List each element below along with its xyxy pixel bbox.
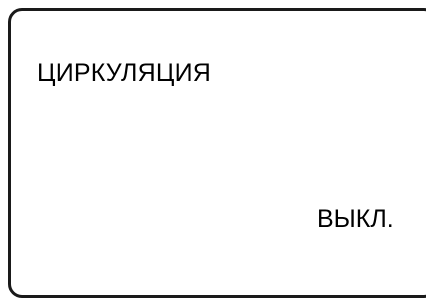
setting-value[interactable]: ВЫКЛ. (317, 207, 394, 232)
display-screen: ЦИРКУЛЯЦИЯ ВЫКЛ. (8, 8, 426, 298)
menu-title: ЦИРКУЛЯЦИЯ (37, 59, 212, 87)
